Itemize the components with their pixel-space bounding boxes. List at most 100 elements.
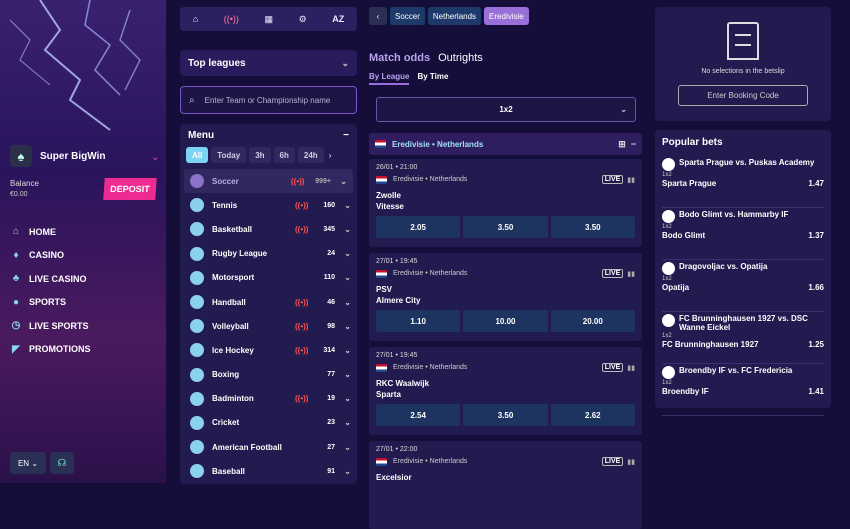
az-sort-button[interactable]: AZ — [332, 14, 344, 24]
sport-item[interactable]: Volleyball ((•)) 98 ⌄ — [180, 314, 357, 338]
time-filters: All Today 3h 6h 24h › — [180, 147, 357, 163]
odds-button[interactable]: 10.00 — [463, 310, 548, 332]
breadcrumb-eredivisie[interactable]: Eredivisie — [484, 7, 529, 25]
match-league: Eredivisie • Netherlands — [393, 176, 468, 183]
nav-sports[interactable]: ● SPORTS — [10, 291, 91, 315]
user-menu[interactable]: ♠ Super BigWin ⌄ — [10, 145, 160, 167]
nav-casino[interactable]: ♦ CASINO — [10, 244, 91, 268]
top-leagues-toggle[interactable]: Top leagues ⌄ — [180, 50, 357, 76]
sport-item[interactable]: Rugby League 24 ⌄ — [180, 242, 357, 266]
odds-button[interactable]: 2.62 — [550, 404, 635, 426]
sport-item[interactable]: Badminton ((•)) 19 ⌄ — [180, 387, 357, 411]
chevron-down-icon[interactable]: ⌄ — [335, 467, 351, 476]
live-badge: LIVE — [601, 363, 624, 372]
league-header[interactable]: Eredivisie • Netherlands ⊞ − — [369, 133, 642, 155]
match-card[interactable]: 27/01 • 19:45 Eredivisie • Netherlands LI… — [369, 253, 642, 341]
match-card[interactable]: 27/01 • 22:00 Eredivisie • Netherlands LI… — [369, 441, 642, 529]
search-input[interactable]: ⌕ Enter Team or Championship name — [180, 86, 357, 114]
nav-live-casino[interactable]: ♣ LIVE CASINO — [10, 267, 91, 291]
stats-icon[interactable]: ▮▮ — [627, 270, 635, 278]
odds-button[interactable]: 1.10 — [376, 310, 461, 332]
deposit-button[interactable]: DEPOSIT — [103, 178, 157, 200]
popular-bet-item[interactable]: Broendby IF vs. FC Fredericia 1x2 Broend… — [662, 366, 824, 416]
chevron-down-icon[interactable]: ⌄ — [335, 201, 351, 210]
chevron-down-icon[interactable]: ⌄ — [335, 370, 351, 379]
back-arrow-icon[interactable]: ‹ — [369, 7, 387, 25]
popular-bet-item[interactable]: FC Brunninghausen 1927 vs. DSC Wanne Eic… — [662, 314, 824, 364]
odds-button[interactable]: 2.54 — [376, 404, 461, 426]
sport-item[interactable]: Cricket 23 ⌄ — [180, 411, 357, 435]
tab-by-time[interactable]: By Time — [417, 72, 448, 85]
tab-outrights[interactable]: Outrights — [438, 52, 483, 64]
stats-icon[interactable]: ▮▮ — [627, 176, 635, 184]
popular-bet-item[interactable]: Dragovoljac vs. Opatija 1x2 Opatija 1.66 — [662, 262, 824, 312]
chevron-right-icon[interactable]: › — [327, 147, 334, 163]
gift-icon[interactable]: ⊞ − — [618, 139, 636, 150]
booking-code-input[interactable]: Enter Booking Code — [678, 85, 808, 106]
odds-button[interactable]: 3.50 — [463, 216, 548, 238]
nav-promotions[interactable]: ◤ PROMOTIONS — [10, 338, 90, 362]
sport-name: Boxing — [212, 370, 240, 380]
chevron-down-icon[interactable]: ⌄ — [335, 346, 351, 355]
language-selector[interactable]: EN ⌄ — [10, 452, 46, 474]
filter-3h[interactable]: 3h — [249, 147, 271, 163]
headset-icon[interactable]: ☊ — [50, 452, 74, 474]
chevron-down-icon[interactable]: ⌄ — [335, 443, 351, 452]
sport-item[interactable]: Motorsport 110 ⌄ — [180, 266, 357, 290]
popular-bet-item[interactable]: Sparta Prague vs. Puskas Academy 1x2 Spa… — [662, 158, 824, 208]
popular-match: Broendby IF vs. FC Fredericia — [679, 366, 793, 375]
menu-header: Menu − — [180, 124, 357, 147]
home-team: RKC Waalwijk — [376, 379, 430, 388]
filter-today[interactable]: Today — [211, 147, 247, 163]
odds-button[interactable]: 3.50 — [550, 216, 635, 238]
stats-icon[interactable]: ▮▮ — [627, 458, 635, 466]
netherlands-flag-icon — [375, 140, 386, 148]
popular-bet-item[interactable]: Bodo Glimt vs. Hammarby IF 1x2 Bodo Glim… — [662, 210, 824, 260]
chevron-down-icon[interactable]: ⌄ — [331, 177, 347, 186]
chevron-down-icon[interactable]: ⌄ — [335, 298, 351, 307]
popular-odd[interactable]: 1.47 — [808, 179, 824, 188]
odds-button[interactable]: 3.50 — [463, 404, 548, 426]
popular-odd[interactable]: 1.37 — [808, 231, 824, 240]
sport-item[interactable]: Ice Hockey ((•)) 314 ⌄ — [180, 338, 357, 362]
calendar-icon[interactable]: ▦ — [264, 14, 273, 25]
sport-item[interactable]: Basketball ((•)) 345 ⌄ — [180, 217, 357, 241]
chevron-down-icon[interactable]: ⌄ — [335, 322, 351, 331]
stats-icon[interactable]: ▮▮ — [627, 364, 635, 372]
filter-6h[interactable]: 6h — [273, 147, 295, 163]
breadcrumb-netherlands[interactable]: Netherlands — [427, 7, 482, 25]
nav-live-sports[interactable]: ◷ LIVE SPORTS — [10, 314, 91, 338]
chevron-down-icon[interactable]: ⌄ — [335, 225, 351, 234]
home-icon[interactable]: ⌂ — [193, 14, 198, 24]
match-league-row: Eredivisie • Netherlands LIVE ▮▮ — [376, 175, 635, 184]
popular-odd[interactable]: 1.25 — [808, 340, 824, 349]
chevron-down-icon[interactable]: ⌄ — [335, 418, 351, 427]
gear-icon[interactable]: ⚙ — [299, 14, 307, 25]
chevron-down-icon[interactable]: ⌄ — [335, 273, 351, 282]
sport-item[interactable]: Soccer ((•)) 999+ ⌄ — [184, 169, 353, 194]
chevron-down-icon[interactable]: ⌄ — [335, 394, 351, 403]
sport-item[interactable]: Baseball 91 ⌄ — [180, 459, 357, 483]
sport-item[interactable]: Boxing 77 ⌄ — [180, 363, 357, 387]
match-league: Eredivisie • Netherlands — [393, 270, 468, 277]
odds-button[interactable]: 20.00 — [550, 310, 635, 332]
tab-match-odds[interactable]: Match odds — [369, 52, 430, 64]
odds-button[interactable]: 2.05 — [376, 216, 461, 238]
match-card[interactable]: 26/01 • 21:00 Eredivisie • Netherlands LI… — [369, 159, 642, 247]
filter-24h[interactable]: 24h — [297, 147, 324, 163]
sport-item[interactable]: American Football 27 ⌄ — [180, 435, 357, 459]
filter-all[interactable]: All — [186, 147, 209, 163]
live-broadcast-icon[interactable]: ((•)) — [224, 14, 239, 24]
collapse-icon[interactable]: − — [343, 130, 349, 141]
soccer-ball-icon: ● — [12, 296, 20, 308]
nav-home[interactable]: ⌂ HOME — [10, 220, 91, 244]
chevron-down-icon[interactable]: ⌄ — [335, 249, 351, 258]
tab-by-league[interactable]: By League — [369, 72, 410, 85]
popular-odd[interactable]: 1.66 — [808, 283, 824, 292]
sport-item[interactable]: Handball ((•)) 46 ⌄ — [180, 290, 357, 314]
match-card[interactable]: 27/01 • 19:45 Eredivisie • Netherlands LI… — [369, 347, 642, 435]
breadcrumb-soccer[interactable]: Soccer — [390, 7, 425, 25]
sport-item[interactable]: Tennis ((•)) 160 ⌄ — [180, 193, 357, 217]
market-select[interactable]: 1x2 ⌄ — [376, 97, 636, 122]
popular-odd[interactable]: 1.41 — [808, 387, 824, 396]
